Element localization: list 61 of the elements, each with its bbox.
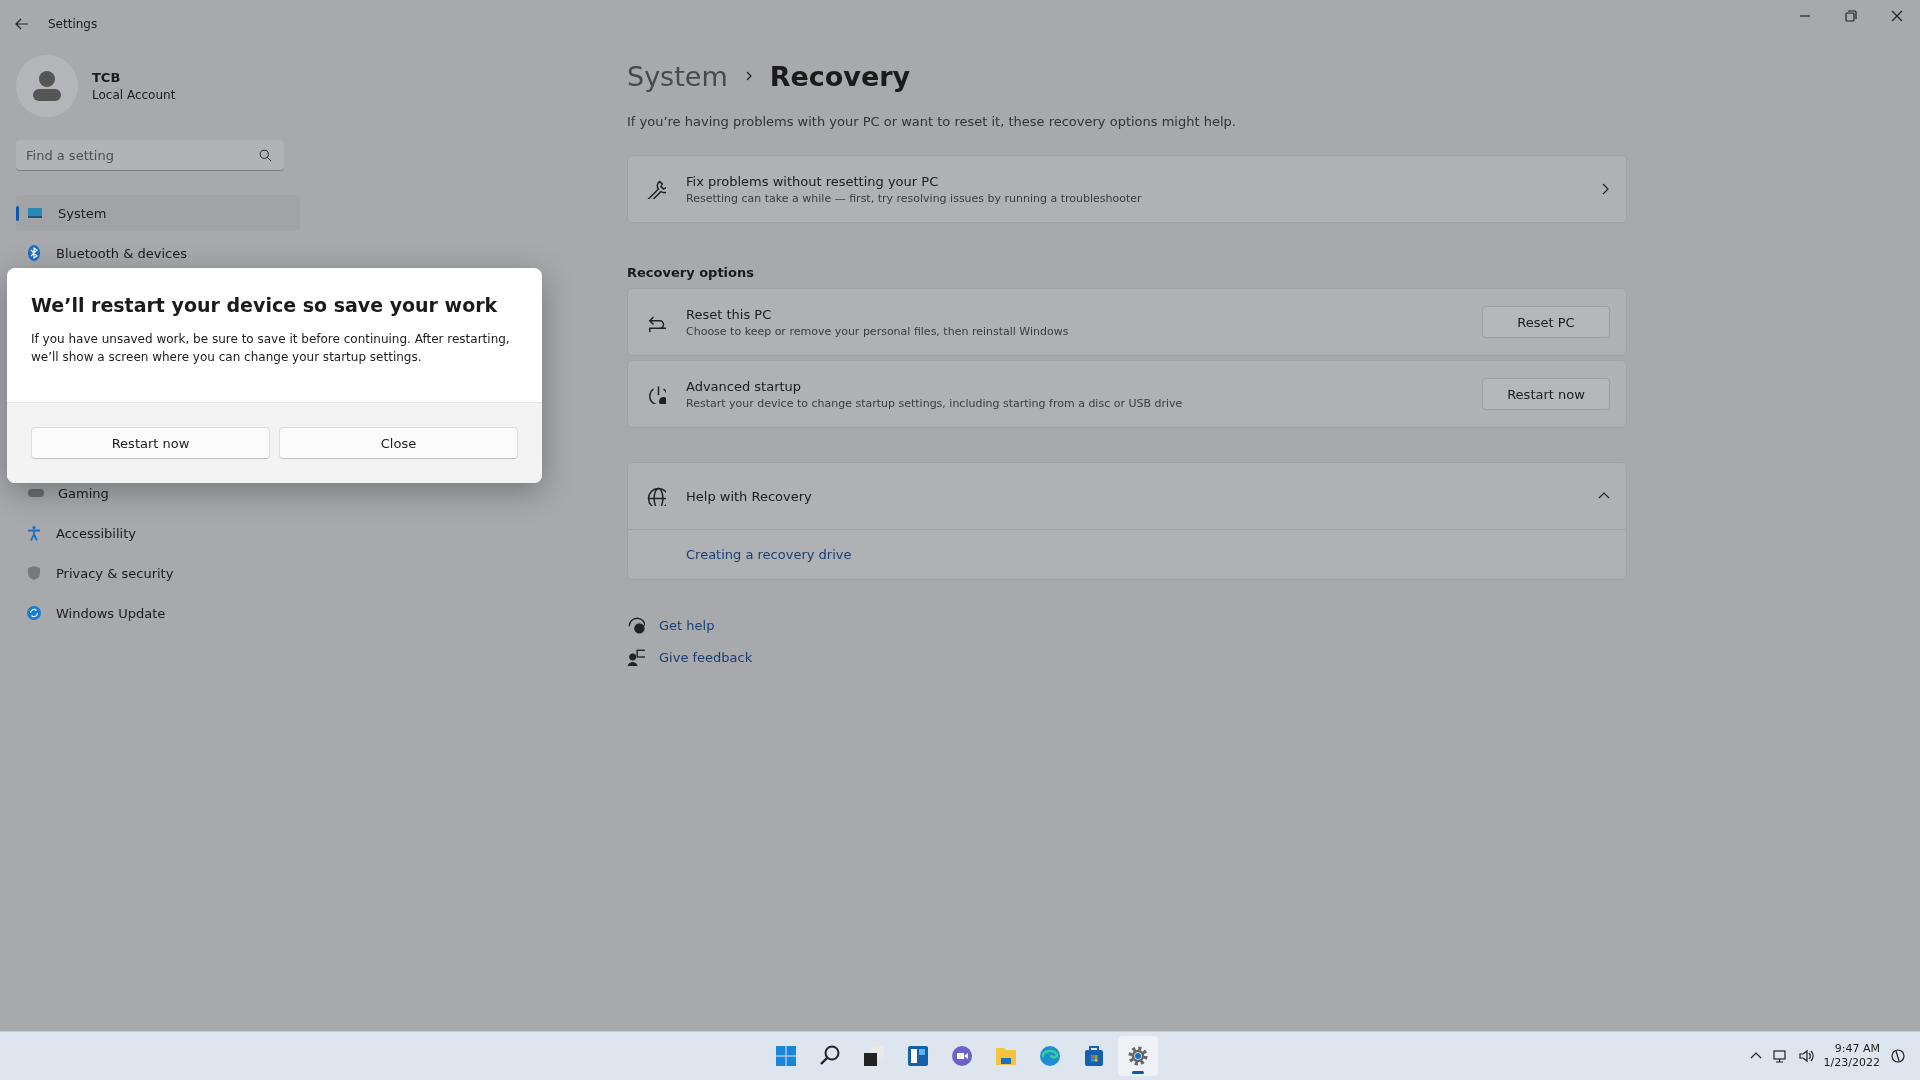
action-button[interactable]: Reset PC xyxy=(1482,306,1610,338)
sidebar-item[interactable]: Bluetooth & devices xyxy=(16,235,300,271)
dialog-title: We’ll restart your device so save your work xyxy=(31,294,499,316)
page-title: Recovery xyxy=(769,60,911,92)
dialog-button[interactable]: Close xyxy=(279,427,518,459)
account-type: Local Account xyxy=(92,88,176,102)
search-icon xyxy=(259,149,272,162)
sidebar-item[interactable]: System xyxy=(16,195,300,231)
search-field[interactable]: Find a setting xyxy=(16,140,284,171)
store-bag-icon[interactable] xyxy=(1082,1044,1106,1068)
browser-icon[interactable] xyxy=(1038,1044,1062,1068)
restore-icon xyxy=(1845,10,1857,22)
page-description: If you’re having problems with your PC or want to reset it, these recovery options might help. xyxy=(627,114,1237,129)
clock-date: 1/23/2022 xyxy=(1823,1056,1880,1070)
help-header[interactable]: Help with Recovery xyxy=(628,463,1626,529)
wrench-icon xyxy=(646,179,666,199)
action-button[interactable]: Restart now xyxy=(1482,378,1610,410)
notification-icon[interactable] xyxy=(1890,1048,1906,1064)
section-heading: Recovery options xyxy=(627,265,755,280)
gear-icon[interactable] xyxy=(1126,1044,1150,1068)
chevron-up-icon[interactable] xyxy=(1749,1051,1762,1061)
dialog-button[interactable]: Restart now xyxy=(31,427,270,459)
window-title: Settings xyxy=(48,17,98,31)
chevron-up-icon xyxy=(1598,491,1610,501)
sidebar-item[interactable]: Accessibility xyxy=(16,515,300,551)
clock-time: 9:47 AM xyxy=(1834,1042,1880,1056)
footer-link[interactable]: Give feedback xyxy=(659,649,753,665)
settings-card[interactable]: Fix problems without resetting your PC Resetting can take a while — first, try resolving issues by running a troubleshooter xyxy=(627,155,1627,223)
monitor-icon xyxy=(26,205,44,221)
sidebar-item[interactable]: Gaming xyxy=(16,475,300,511)
clock[interactable]: 9:47 AM 1/23/2022 xyxy=(1823,1042,1880,1070)
person-icon xyxy=(30,69,64,103)
accessibility-icon xyxy=(26,525,42,541)
globe-icon xyxy=(646,486,666,506)
back-icon[interactable] xyxy=(14,16,30,32)
card-title: Reset this PC xyxy=(686,306,773,322)
widgets-icon[interactable] xyxy=(906,1044,930,1068)
close-icon xyxy=(1891,10,1903,22)
card-subtitle: Resetting can take a while — first, try resolving issues by running a troubleshooter xyxy=(686,191,1143,205)
sidebar-item[interactable]: Privacy & security xyxy=(16,555,300,591)
card-title: Help with Recovery xyxy=(686,488,813,504)
network-icon[interactable] xyxy=(1771,1048,1788,1064)
shield-icon xyxy=(26,565,42,581)
help-link[interactable]: Creating a recovery drive xyxy=(686,547,852,562)
sidebar-item[interactable]: Windows Update xyxy=(16,595,300,631)
card-title: Fix problems without resetting your PC xyxy=(686,173,940,189)
footer-link[interactable]: Get help xyxy=(659,617,715,633)
breadcrumb-parent[interactable]: System xyxy=(627,60,728,92)
card-subtitle: Restart your device to change startup settings, including starting from a disc or USB drive xyxy=(686,396,1184,410)
task-view-icon[interactable] xyxy=(862,1044,886,1068)
card-title: Advanced startup xyxy=(686,378,803,394)
chat-camera-icon[interactable] xyxy=(950,1044,974,1068)
feedback-icon xyxy=(627,648,645,666)
update-icon xyxy=(26,605,42,621)
bluetooth-icon xyxy=(26,245,42,261)
volume-icon[interactable] xyxy=(1797,1048,1814,1064)
account-name: TCB xyxy=(92,70,122,85)
card-subtitle: Choose to keep or remove your personal files, then reinstall Windows xyxy=(686,324,1070,338)
windows-start-icon xyxy=(774,1044,798,1068)
chevron-right-icon xyxy=(1600,183,1610,195)
dialog-message: If you have unsaved work, be sure to save it before continuing. After restarting, we’ll show a screen where you can change your startup settings. xyxy=(31,331,511,366)
